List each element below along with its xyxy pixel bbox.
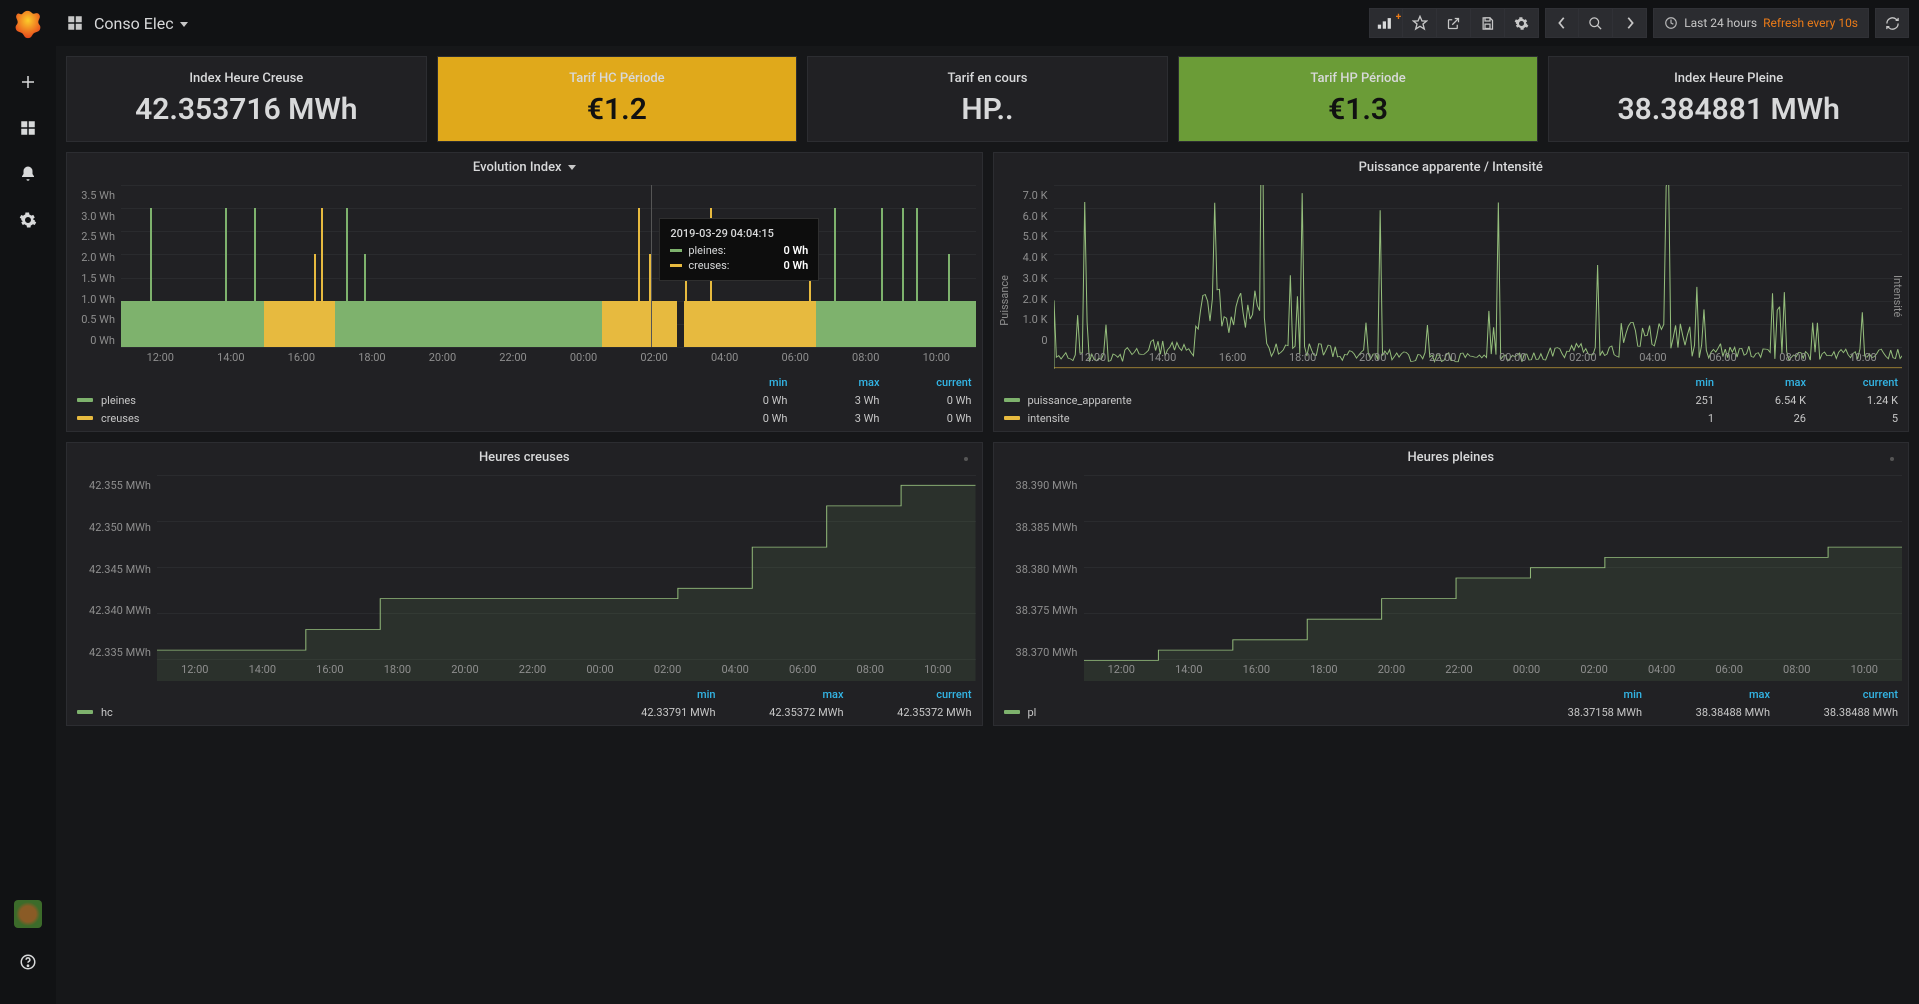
stat-value: 38.384881 MWh (1617, 92, 1839, 127)
time-range-label: Last 24 hours (1684, 16, 1757, 30)
sidebar (0, 0, 56, 1004)
legend-item[interactable]: puissance_apparente2516.54 K1.24 K (1004, 391, 1899, 409)
refresh-button[interactable] (1875, 8, 1909, 38)
grafana-logo[interactable] (12, 8, 44, 40)
stat-title: Index Heure Pleine (1674, 71, 1783, 86)
row-charts-bottom: Heures creuses 42.355 MWh42.350 MWh42.34… (66, 442, 1909, 726)
y-axis: 42.355 MWh42.350 MWh42.345 MWh42.340 MWh… (73, 475, 157, 681)
plot-area[interactable]: 12:0014:0016:0018:0020:0022:0000:0002:00… (1084, 475, 1903, 681)
stat-title: Index Heure Creuse (189, 71, 303, 86)
time-back-button[interactable] (1545, 8, 1579, 38)
stat-tarif-hc[interactable]: Tarif HC Période €1.2 (437, 56, 798, 142)
settings-icon[interactable] (12, 204, 44, 236)
stat-index-hc[interactable]: Index Heure Creuse 42.353716 MWh (66, 56, 427, 142)
refresh-interval-label: Refresh every 10s (1763, 16, 1858, 30)
dashboards-icon[interactable] (66, 14, 84, 32)
legend: minmaxcurrent pleines0 Wh3 Wh0 Wh creuse… (67, 369, 982, 431)
stat-value: HP.. (961, 92, 1013, 127)
panel-title[interactable]: Puissance apparente / Intensité (994, 153, 1909, 181)
panel-evolution-index[interactable]: Evolution Index 3.5 Wh3.0 Wh2.5 Wh2.0 Wh… (66, 152, 983, 432)
panel-hc[interactable]: Heures creuses 42.355 MWh42.350 MWh42.34… (66, 442, 983, 726)
legend: minmaxcurrent hc42.33791 MWh42.35372 MWh… (67, 681, 982, 725)
panel-title[interactable]: Heures pleines (994, 443, 1909, 471)
legend: minmaxcurrent puissance_apparente2516.54… (994, 369, 1909, 431)
time-picker[interactable]: Last 24 hours Refresh every 10s (1653, 8, 1869, 38)
panel-power[interactable]: Puissance apparente / Intensité Puissanc… (993, 152, 1910, 432)
x-axis: 12:0014:0016:0018:0020:0022:0000:0002:00… (1084, 659, 1903, 681)
create-icon[interactable] (12, 66, 44, 98)
stat-title: Tarif en cours (948, 71, 1028, 86)
legend-item[interactable]: pleines0 Wh3 Wh0 Wh (77, 391, 972, 409)
stat-tarif-hp[interactable]: Tarif HP Période €1.3 (1178, 56, 1539, 142)
help-icon[interactable] (12, 946, 44, 978)
stat-title: Tarif HP Période (1310, 71, 1405, 86)
time-forward-button[interactable] (1613, 8, 1647, 38)
dashboard-body: Index Heure Creuse 42.353716 MWh Tarif H… (56, 46, 1919, 1004)
legend: minmaxcurrent pl38.37158 MWh38.38488 MWh… (994, 681, 1909, 725)
stat-value: €1.2 (587, 92, 647, 127)
y-axis-label-left: Puissance (998, 275, 1011, 326)
legend-item[interactable]: hc42.33791 MWh42.35372 MWh42.35372 MWh (77, 703, 972, 721)
y-axis: 3.5 Wh3.0 Wh2.5 Wh2.0 Wh1.5 Wh1.0 Wh0.5 … (73, 185, 121, 369)
panel-hp[interactable]: Heures pleines 38.390 MWh38.385 MWh38.38… (993, 442, 1910, 726)
stat-value: €1.3 (1328, 92, 1388, 127)
topbar: Conso Elec + Last 24 hours Refresh every… (56, 0, 1919, 46)
panel-title[interactable]: Heures creuses (67, 443, 982, 471)
panel-title[interactable]: Evolution Index (67, 153, 982, 181)
legend-item[interactable]: pl38.37158 MWh38.38488 MWh38.38488 MWh (1004, 703, 1899, 721)
save-button[interactable] (1471, 8, 1505, 38)
zoom-out-button[interactable] (1579, 8, 1613, 38)
add-panel-button[interactable]: + (1369, 8, 1403, 38)
tooltip: 2019-03-29 04:04:15 pleines:0 Wh creuses… (659, 218, 819, 281)
row-charts-top: Evolution Index 3.5 Wh3.0 Wh2.5 Wh2.0 Wh… (66, 152, 1909, 432)
x-axis: 12:0014:0016:0018:0020:0022:0000:0002:00… (157, 659, 976, 681)
tooltip-time: 2019-03-29 04:04:15 (670, 227, 808, 240)
stat-index-hp[interactable]: Index Heure Pleine 38.384881 MWh (1548, 56, 1909, 142)
y-axis-label-right: Intensité (1891, 275, 1904, 317)
stat-tarif-current[interactable]: Tarif en cours HP.. (807, 56, 1168, 142)
alerting-icon[interactable] (12, 158, 44, 190)
legend-item[interactable]: intensite1265 (1004, 409, 1899, 427)
x-axis: 12:0014:0016:0018:0020:0022:0000:0002:00… (121, 347, 976, 369)
plot-area[interactable]: 12:0014:0016:0018:0020:0022:0000:0002:00… (157, 475, 976, 681)
star-button[interactable] (1403, 8, 1437, 38)
y-axis: 38.390 MWh38.385 MWh38.380 MWh38.375 MWh… (1000, 475, 1084, 681)
stat-value: 42.353716 MWh (135, 92, 357, 127)
dashboard-settings-button[interactable] (1505, 8, 1539, 38)
hover-line (651, 185, 652, 347)
clock-icon (1664, 16, 1678, 30)
stat-title: Tarif HC Période (569, 71, 665, 86)
share-button[interactable] (1437, 8, 1471, 38)
dashboards-icon[interactable] (12, 112, 44, 144)
avatar[interactable] (14, 900, 42, 928)
x-axis: 12:0014:0016:0018:0020:0022:0000:0002:00… (1054, 347, 1903, 369)
plot-area[interactable]: 12:0014:0016:0018:0020:0022:0000:0002:00… (1054, 185, 1903, 369)
row-singlestats: Index Heure Creuse 42.353716 MWh Tarif H… (66, 56, 1909, 142)
dashboard-title[interactable]: Conso Elec (94, 14, 188, 33)
plot-area[interactable]: 2019-03-29 04:04:15 pleines:0 Wh creuses… (121, 185, 976, 369)
legend-item[interactable]: creuses0 Wh3 Wh0 Wh (77, 409, 972, 427)
